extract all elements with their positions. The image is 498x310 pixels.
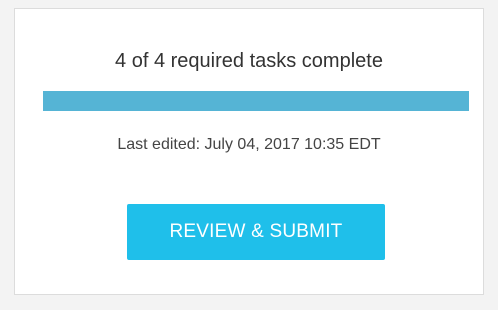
progress-bar: [43, 91, 469, 111]
last-edited-timestamp: Last edited: July 04, 2017 10:35 EDT: [117, 136, 381, 153]
tasks-complete-summary: 4 of 4 required tasks complete: [115, 50, 383, 72]
task-progress-card: 4 of 4 required tasks complete Last edit…: [14, 8, 484, 295]
review-submit-button[interactable]: REVIEW & SUBMIT: [127, 204, 385, 260]
progress-bar-fill: [43, 91, 469, 111]
